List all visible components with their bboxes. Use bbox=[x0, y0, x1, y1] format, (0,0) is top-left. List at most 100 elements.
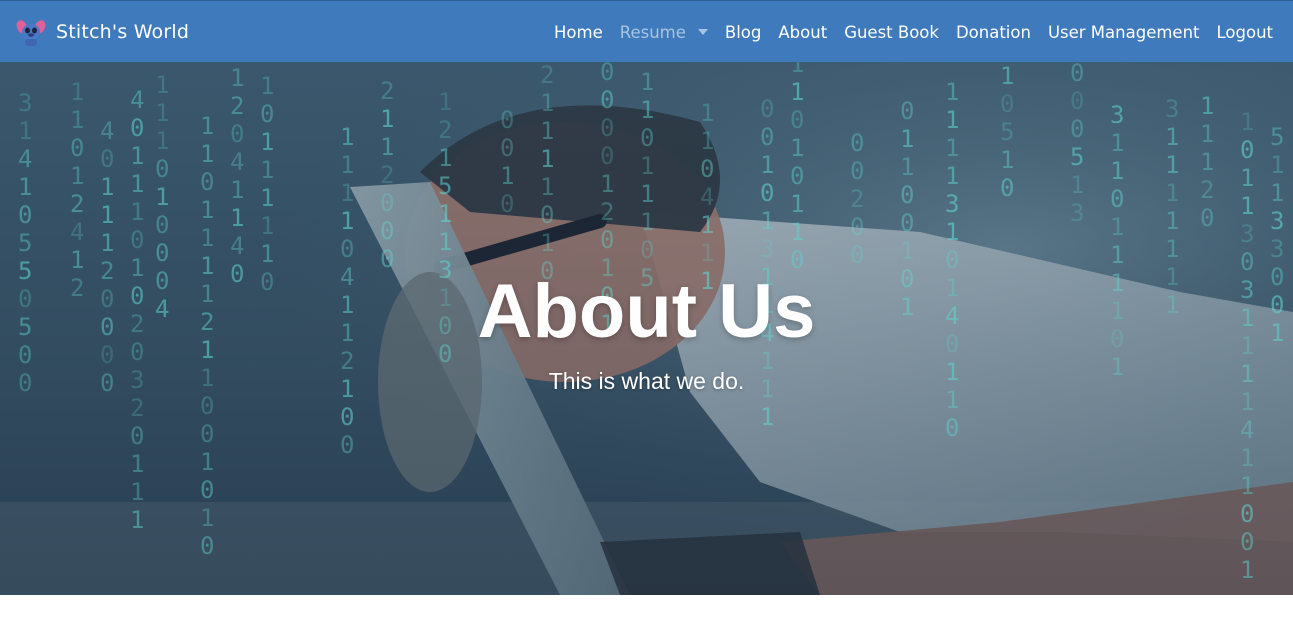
page-subtitle: This is what we do. bbox=[548, 368, 745, 394]
svg-text:1: 1 bbox=[1270, 179, 1284, 207]
svg-text:1: 1 bbox=[790, 78, 804, 106]
svg-text:1: 1 bbox=[790, 62, 804, 78]
svg-text:1: 1 bbox=[760, 403, 774, 431]
nav-user-management[interactable]: User Management bbox=[1048, 23, 1200, 42]
nav-blog[interactable]: Blog bbox=[725, 23, 761, 42]
svg-text:0: 0 bbox=[155, 239, 169, 267]
svg-text:1: 1 bbox=[500, 162, 514, 190]
svg-text:1: 1 bbox=[900, 237, 914, 265]
svg-text:1: 1 bbox=[945, 134, 959, 162]
svg-text:2: 2 bbox=[850, 185, 864, 213]
svg-text:1: 1 bbox=[130, 506, 144, 534]
svg-text:1: 1 bbox=[70, 78, 84, 106]
svg-text:1: 1 bbox=[600, 170, 614, 198]
nav-guest-book[interactable]: Guest Book bbox=[844, 23, 939, 42]
svg-text:2: 2 bbox=[230, 92, 244, 120]
svg-text:1: 1 bbox=[1240, 444, 1254, 472]
svg-text:1: 1 bbox=[70, 162, 84, 190]
svg-text:1: 1 bbox=[700, 239, 714, 267]
svg-text:3: 3 bbox=[1270, 207, 1284, 235]
svg-text:4: 4 bbox=[70, 218, 84, 246]
svg-text:1: 1 bbox=[1165, 151, 1179, 179]
svg-text:0: 0 bbox=[1000, 90, 1014, 118]
svg-text:0: 0 bbox=[340, 431, 354, 459]
svg-text:4: 4 bbox=[1240, 416, 1254, 444]
svg-text:0: 0 bbox=[1070, 115, 1084, 143]
svg-text:3: 3 bbox=[1070, 199, 1084, 227]
page-title: About Us bbox=[477, 269, 816, 354]
nav-about[interactable]: About bbox=[778, 23, 827, 42]
svg-text:0: 0 bbox=[850, 129, 864, 157]
svg-text:0: 0 bbox=[380, 217, 394, 245]
svg-text:4: 4 bbox=[18, 145, 32, 173]
svg-text:4: 4 bbox=[130, 86, 144, 114]
svg-text:0: 0 bbox=[500, 106, 514, 134]
svg-text:1: 1 bbox=[438, 144, 452, 172]
svg-text:0: 0 bbox=[200, 476, 214, 504]
svg-text:1: 1 bbox=[1110, 129, 1124, 157]
svg-text:0: 0 bbox=[1070, 87, 1084, 115]
svg-text:5: 5 bbox=[438, 172, 452, 200]
svg-text:1: 1 bbox=[438, 88, 452, 116]
svg-text:0: 0 bbox=[340, 403, 354, 431]
svg-text:2: 2 bbox=[1200, 176, 1214, 204]
svg-text:0: 0 bbox=[600, 62, 614, 86]
nav-logout[interactable]: Logout bbox=[1217, 23, 1274, 42]
nav-donation[interactable]: Donation bbox=[956, 23, 1031, 42]
svg-text:1: 1 bbox=[380, 105, 394, 133]
svg-text:0: 0 bbox=[230, 120, 244, 148]
svg-text:0: 0 bbox=[260, 100, 274, 128]
svg-text:1: 1 bbox=[1240, 192, 1254, 220]
svg-text:1: 1 bbox=[18, 173, 32, 201]
svg-text:1: 1 bbox=[260, 184, 274, 212]
svg-text:1: 1 bbox=[1000, 62, 1014, 90]
svg-text:3: 3 bbox=[1240, 220, 1254, 248]
svg-text:1: 1 bbox=[540, 89, 554, 117]
svg-text:3: 3 bbox=[1165, 95, 1179, 123]
svg-text:0: 0 bbox=[1200, 204, 1214, 232]
svg-text:1: 1 bbox=[1110, 241, 1124, 269]
svg-text:0: 0 bbox=[900, 181, 914, 209]
svg-text:1: 1 bbox=[100, 201, 114, 229]
svg-text:3: 3 bbox=[18, 89, 32, 117]
svg-text:1: 1 bbox=[130, 478, 144, 506]
svg-text:0: 0 bbox=[200, 168, 214, 196]
svg-text:0: 0 bbox=[760, 179, 774, 207]
nav-home[interactable]: Home bbox=[554, 23, 603, 42]
svg-text:3: 3 bbox=[945, 190, 959, 218]
svg-text:1: 1 bbox=[155, 127, 169, 155]
svg-text:0: 0 bbox=[600, 226, 614, 254]
svg-text:0: 0 bbox=[540, 201, 554, 229]
svg-text:1: 1 bbox=[540, 173, 554, 201]
svg-text:1: 1 bbox=[200, 448, 214, 476]
svg-text:1: 1 bbox=[1000, 146, 1014, 174]
svg-text:0: 0 bbox=[850, 241, 864, 269]
svg-text:1: 1 bbox=[1070, 171, 1084, 199]
svg-text:1: 1 bbox=[260, 128, 274, 156]
svg-text:1: 1 bbox=[1110, 157, 1124, 185]
svg-text:1: 1 bbox=[945, 78, 959, 106]
svg-text:0: 0 bbox=[760, 95, 774, 123]
svg-text:0: 0 bbox=[850, 157, 864, 185]
svg-text:0: 0 bbox=[70, 134, 84, 162]
svg-text:3: 3 bbox=[1270, 235, 1284, 263]
svg-text:2: 2 bbox=[540, 62, 554, 89]
svg-text:1: 1 bbox=[100, 173, 114, 201]
svg-text:0: 0 bbox=[380, 189, 394, 217]
stitch-logo-icon bbox=[16, 20, 46, 46]
svg-text:1: 1 bbox=[130, 142, 144, 170]
svg-text:1: 1 bbox=[340, 207, 354, 235]
svg-text:0: 0 bbox=[600, 86, 614, 114]
svg-text:1: 1 bbox=[640, 68, 654, 96]
brand-name: Stitch's World bbox=[56, 21, 190, 43]
brand-link[interactable]: Stitch's World bbox=[16, 15, 189, 49]
svg-text:5: 5 bbox=[1000, 118, 1014, 146]
svg-text:1: 1 bbox=[540, 145, 554, 173]
svg-text:1: 1 bbox=[155, 71, 169, 99]
svg-text:1: 1 bbox=[640, 208, 654, 236]
svg-text:0: 0 bbox=[200, 532, 214, 560]
svg-text:0: 0 bbox=[100, 145, 114, 173]
nav-resume-dropdown[interactable]: Resume bbox=[620, 23, 708, 42]
svg-text:1: 1 bbox=[438, 200, 452, 228]
main-nav: Home Resume Blog About Guest Book Donati… bbox=[554, 1, 1273, 63]
